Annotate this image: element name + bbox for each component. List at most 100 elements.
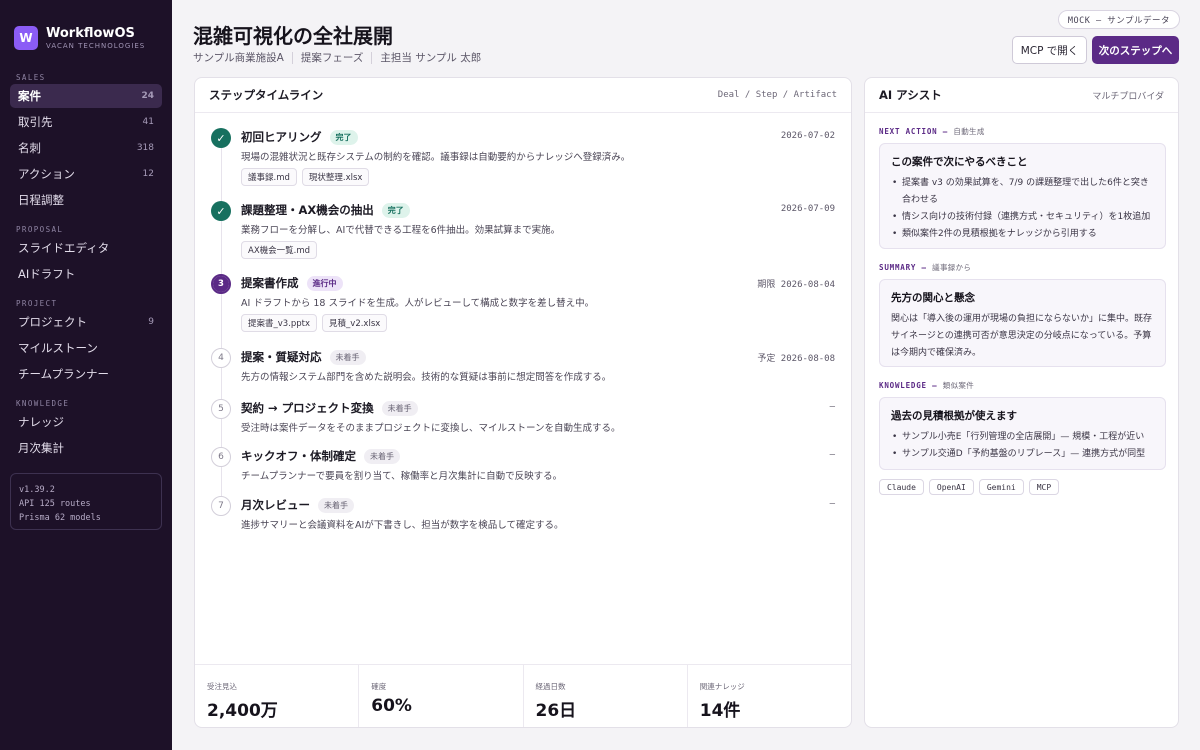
artifact-chip[interactable]: 見積_v2.xlsx: [322, 314, 388, 332]
step-number: 4: [211, 348, 231, 368]
summary-text: 関心は「導入後の運用が現場の負担にならないか」に集中。既存サイネージとの連携可否…: [891, 314, 1153, 358]
provider-chip[interactable]: Gemini: [978, 479, 1024, 495]
sidebar-item-count: 9: [148, 317, 154, 327]
step-description: 進捗サマリーと会議資料をAIが下書きし、担当が数字を検品して確定する。: [241, 520, 564, 531]
artifact-list: AX機会一覧.md: [241, 241, 322, 259]
step-title-row: 提案・質疑対応 未着手: [241, 348, 366, 366]
step-title-row: 月次レビュー 未着手: [241, 496, 354, 514]
step-date: 予定 2026-08-08: [757, 354, 835, 364]
step-timeline-panel: ステップタイムライン Deal / Step / Artifact ✓ 初回ヒアリ…: [194, 77, 852, 728]
sidebar-item[interactable]: 案件 24: [10, 84, 162, 108]
brand-subtitle: VACAN TECHNOLOGIES: [46, 41, 146, 50]
status-badge: 未着手: [329, 349, 366, 365]
sidebar-item[interactable]: プロジェクト 9: [10, 310, 162, 334]
version-info: v1.39.2 API 125 routes Prisma 62 models: [10, 473, 162, 530]
sidebar-item[interactable]: ナレッジ: [10, 410, 162, 434]
knowledge-list: サンプル小売E「行列管理の全店展開」— 規模・工程が近いサンプル交通D「予約基盤…: [891, 429, 1154, 463]
status-badge: 未着手: [364, 448, 400, 464]
sidebar-item[interactable]: 日程調整: [10, 188, 162, 212]
step-title[interactable]: 課題整理・AX機会の抽出: [241, 202, 374, 218]
step-description: 先方の情報システム部門を含めた説明会。技術的な質疑は事前に想定問答を作成する。: [241, 372, 612, 383]
ai-header: AI アシスト マルチプロバイダ: [865, 78, 1178, 113]
nav-section-label: SALES: [16, 73, 46, 82]
stat-cell: 受注見込 2,400万: [195, 665, 360, 727]
artifact-list: 提案書_v3.pptx 見積_v2.xlsx: [241, 314, 392, 332]
deal-meta: サンプル商業施設A 提案フェーズ 主担当 サンプル 太郎: [193, 50, 481, 65]
next-step-button[interactable]: 次のステップへ: [1092, 36, 1179, 64]
provider-chip[interactable]: MCP: [1028, 479, 1060, 495]
sidebar-item[interactable]: チームプランナー: [10, 362, 162, 386]
sidebar-item[interactable]: マイルストーン: [10, 336, 162, 360]
sidebar-item[interactable]: スライドエディタ: [10, 236, 162, 260]
sidebar-item[interactable]: AIドラフト: [10, 262, 162, 286]
nav-section-label: PROPOSAL: [16, 225, 64, 234]
sidebar-item-label: スライドエディタ: [18, 241, 110, 255]
meta-client[interactable]: サンプル商業施設A: [193, 50, 284, 65]
mock-badge: MOCK — サンプルデータ: [1057, 10, 1180, 29]
next-action-card[interactable]: この案件で次にやるべきこと 提案書 v3 の効果試算を、7/9 の課題整理で出し…: [879, 143, 1166, 249]
provider-chip[interactable]: OpenAI: [928, 479, 974, 495]
step-date: —: [829, 450, 835, 460]
sidebar-nav: SALES 案件 24 取引先 41 名刺 318 アクション 12 日程調整 PROPOSAL スラ…: [0, 66, 172, 460]
summary-card[interactable]: 先方の関心と懸念 関心は「導入後の運用が現場の負担にならないか」に集中。既存サイ…: [879, 279, 1166, 367]
check-icon: ✓: [211, 201, 231, 221]
sidebar-item[interactable]: 月次集計: [10, 436, 162, 460]
timeline-title: ステップタイムライン: [209, 88, 324, 102]
stat-label: 経過日数: [535, 682, 566, 691]
status-badge: 完了: [381, 202, 410, 218]
step-title[interactable]: キックオフ・体制確定: [241, 448, 356, 464]
nav-section-label: KNOWLEDGE: [16, 399, 70, 408]
next-action-item: 類似案件2件の見積根拠をナレッジから引用する: [891, 226, 1154, 243]
step-title[interactable]: 初回ヒアリング: [241, 129, 322, 145]
sidebar: W WorkflowOS VACAN TECHNOLOGIES SALES 案件 2…: [0, 0, 172, 750]
brand-name: WorkflowOS: [46, 25, 135, 41]
step-number-label: 3: [213, 276, 229, 292]
next-action-title: この案件で次にやるべきこと: [891, 156, 1028, 168]
sidebar-item-label: プロジェクト: [18, 315, 87, 329]
deal-stats: 受注見込 2,400万 確度 60% 経過日数 26日 関連ナレッジ 14件: [195, 664, 851, 727]
step-title-row: 提案書作成 進行中: [241, 274, 343, 292]
knowledge-item[interactable]: サンプル小売E「行列管理の全店展開」— 規模・工程が近い: [891, 429, 1154, 446]
stat-value: 26日: [535, 701, 577, 721]
meta-owner: 主担当 サンプル 太郎: [380, 52, 482, 64]
sidebar-item-label: 名刺: [18, 141, 41, 155]
open-in-mcp-button[interactable]: MCP で開く: [1012, 36, 1087, 64]
sidebar-item-count: 318: [136, 143, 154, 153]
artifact-chip[interactable]: 議事録.md: [241, 168, 297, 186]
provider-chip[interactable]: Claude: [879, 479, 924, 495]
knowledge-title: 過去の見積根拠が使えます: [891, 410, 1017, 422]
sidebar-item-count: 24: [141, 91, 154, 101]
step-number: 6: [211, 447, 231, 467]
artifact-chip[interactable]: 現状整理.xlsx: [301, 168, 370, 186]
step-title[interactable]: 月次レビュー: [241, 497, 310, 513]
sidebar-item[interactable]: 取引先 41: [10, 110, 162, 134]
step-number: 5: [211, 399, 231, 419]
page-title: 混雑可視化の全社展開: [193, 24, 393, 48]
step-description: AI ドラフトから 18 スライドを生成。人がレビューして構成と数字を差し替え中…: [241, 298, 595, 309]
step-date: —: [829, 402, 835, 412]
sidebar-item[interactable]: アクション 12: [10, 162, 162, 186]
stat-cell: 確度 60%: [359, 665, 524, 727]
sidebar-item-label: AIドラフト: [18, 267, 76, 281]
sidebar-item-label: 案件: [18, 89, 41, 103]
step-title-row: キックオフ・体制確定 未着手: [241, 447, 400, 465]
knowledge-card[interactable]: 過去の見積根拠が使えます サンプル小売E「行列管理の全店展開」— 規模・工程が近…: [879, 397, 1166, 470]
artifact-chip[interactable]: 提案書_v3.pptx: [241, 314, 318, 332]
artifact-chip[interactable]: AX機会一覧.md: [241, 241, 318, 259]
sidebar-item-count: 12: [142, 169, 154, 179]
meta-phase: 提案フェーズ: [300, 52, 364, 64]
stat-cell: 関連ナレッジ 14件: [688, 665, 851, 727]
next-action-item: 情シス向けの技術付録（連携方式・セキュリティ）を1枚追加: [891, 209, 1154, 226]
knowledge-item[interactable]: サンプル交通D「予約基盤のリプレース」— 連携方式が同型: [891, 446, 1154, 463]
next-action-item: 提案書 v3 の効果試算を、7/9 の課題整理で出した6件と突き合わせる: [891, 175, 1154, 209]
brand-logo[interactable]: W: [14, 26, 38, 50]
step-description: チームプランナーで要員を割り当て、稼働率と月次集計に自動で反映する。: [241, 471, 563, 482]
sidebar-item[interactable]: 名刺 318: [10, 136, 162, 160]
stat-value: 60%: [371, 696, 412, 716]
timeline-subtitle: Deal / Step / Artifact: [717, 90, 837, 100]
step-title[interactable]: 契約 → プロジェクト変換: [241, 400, 374, 416]
summary-title: 先方の関心と懸念: [891, 292, 975, 304]
step-title-row: 課題整理・AX機会の抽出 完了: [241, 201, 410, 219]
step-title[interactable]: 提案書作成: [241, 275, 299, 291]
step-title[interactable]: 提案・質疑対応: [241, 349, 322, 365]
